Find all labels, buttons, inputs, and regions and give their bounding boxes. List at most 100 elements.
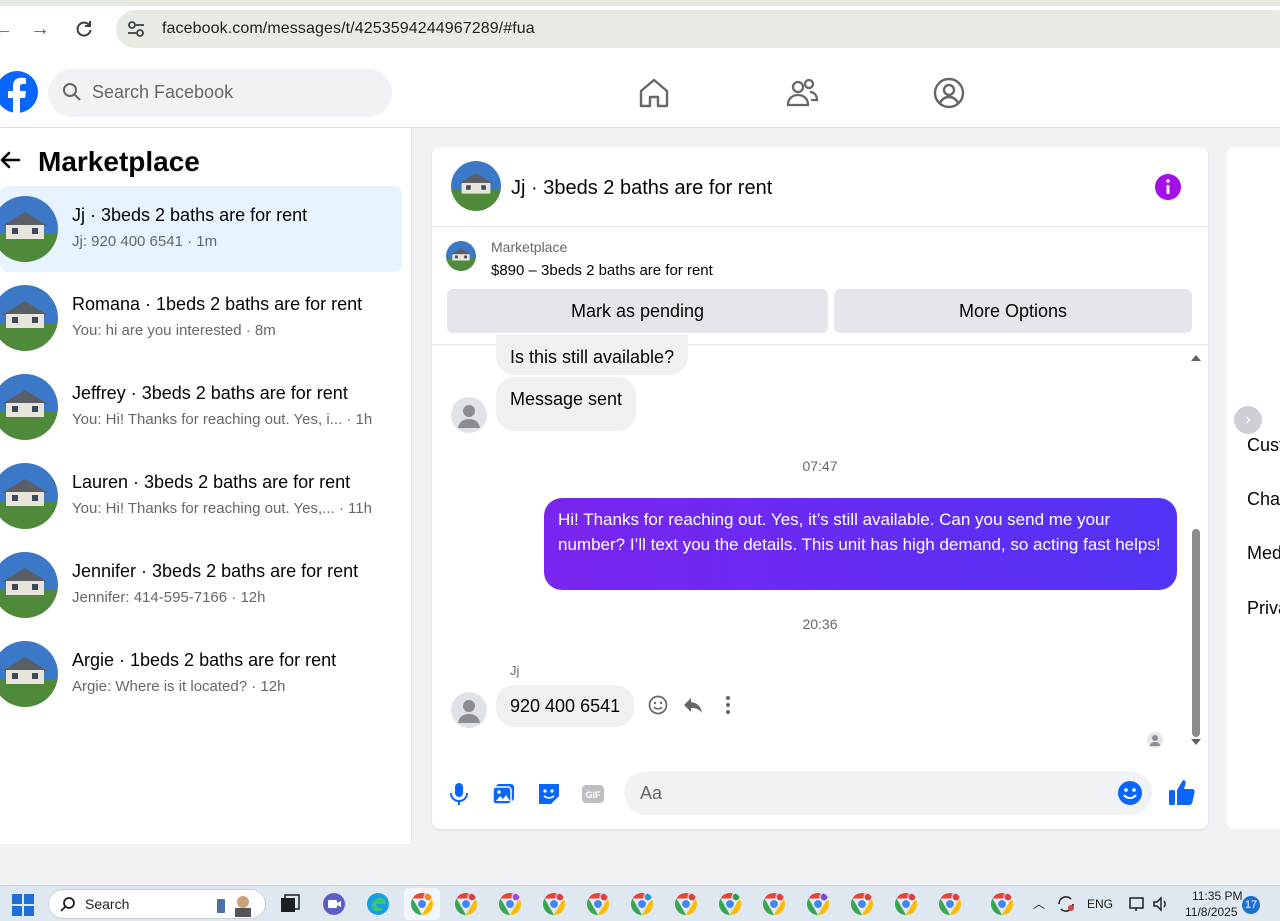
message-timestamp: 07:47 <box>802 458 838 474</box>
chat-avatar[interactable] <box>451 161 501 211</box>
sticker-icon[interactable] <box>536 781 562 807</box>
listing-thumbnail[interactable] <box>446 241 476 271</box>
chrome-icon <box>939 892 961 915</box>
taskbar-app-chrome[interactable] <box>492 888 528 920</box>
language-indicator[interactable]: ENG <box>1087 897 1113 911</box>
tab-strip <box>0 0 1280 6</box>
message-input[interactable]: Aa <box>624 771 1152 815</box>
volume-icon[interactable] <box>1152 895 1170 913</box>
edge-browser-icon <box>367 893 389 915</box>
photo-icon[interactable] <box>491 781 517 807</box>
incoming-message: 920 400 6541 <box>496 685 635 727</box>
taskbar-app-edge[interactable] <box>360 888 396 920</box>
house-photo-icon <box>0 463 58 529</box>
chat-header: Jj · 3beds 2 baths are for rent <box>432 147 1208 227</box>
notification-badge[interactable]: 17 <box>1242 896 1260 914</box>
scroll-up-icon[interactable] <box>1190 353 1202 363</box>
taskbar-app-chrome[interactable] <box>404 888 440 920</box>
gif-icon[interactable]: GIF <box>580 781 606 807</box>
info-icon[interactable] <box>1155 174 1181 200</box>
conversation-item[interactable]: Jj · 3beds 2 baths are for rent Jj: 920 4… <box>0 186 402 272</box>
clock-date[interactable]: 11/8/2025 <box>1185 905 1238 919</box>
more-options-button[interactable]: More Options <box>834 289 1192 333</box>
taskbar-app-chrome[interactable] <box>712 888 748 920</box>
conversation-item[interactable]: Romana · 1beds 2 baths are for rent You: … <box>0 275 402 361</box>
back-icon[interactable]: ← <box>0 16 16 42</box>
taskbar-app-chrome[interactable] <box>624 888 660 920</box>
chevron-up-icon[interactable]: ︿ <box>1033 895 1045 912</box>
reload-icon[interactable] <box>71 16 97 42</box>
conversation-preview: Argie: Where is it located? · 12h <box>72 678 286 695</box>
address-bar[interactable]: facebook.com/messages/t/4253594244967289… <box>116 10 1280 48</box>
chrome-icon <box>895 892 917 915</box>
listing-banner: Marketplace $890 – 3beds 2 baths are for… <box>432 227 1208 345</box>
chrome-icon <box>763 892 785 915</box>
chrome-icon <box>455 892 477 915</box>
right-link-chat[interactable]: Chat <box>1247 489 1280 510</box>
facebook-logo-icon[interactable] <box>0 68 38 116</box>
taskbar-search[interactable]: Search <box>48 889 266 919</box>
profile-icon[interactable] <box>931 75 967 111</box>
incoming-message: Message sent <box>496 377 637 431</box>
conversation-title: Argie · 1beds 2 baths are for rent <box>72 650 337 670</box>
scrollbar[interactable] <box>1190 353 1202 745</box>
conversation-title: Romana · 1beds 2 baths are for rent <box>72 294 363 314</box>
conversation-list-panel: Marketplace Jj · 3beds 2 baths are for r… <box>0 128 412 844</box>
taskbar-app-chrome[interactable] <box>932 888 968 920</box>
microphone-icon[interactable] <box>446 781 472 807</box>
url-text[interactable]: facebook.com/messages/t/4253594244967289… <box>162 20 535 38</box>
more-actions-icon[interactable] <box>717 694 739 716</box>
right-link-media[interactable]: Med <box>1247 543 1280 564</box>
chrome-icon <box>499 892 521 915</box>
taskbar-app-chrome[interactable] <box>984 888 1020 920</box>
windows-start-icon[interactable] <box>12 894 34 916</box>
chevron-right-icon[interactable]: › <box>1234 406 1262 434</box>
chat-title[interactable]: Jj · 3beds 2 baths are for rent <box>511 177 772 200</box>
taskbar-app-task-view[interactable] <box>272 888 308 920</box>
taskbar-app-meet[interactable] <box>316 888 352 920</box>
house-photo-icon <box>0 374 58 440</box>
sync-icon[interactable] <box>1056 895 1076 913</box>
message-thread[interactable]: Is this still available? Message sent 07… <box>432 335 1208 753</box>
taskbar-app-chrome[interactable] <box>756 888 792 920</box>
taskbar-app-chrome[interactable] <box>536 888 572 920</box>
chat-panel: Jj · 3beds 2 baths are for rent Marketpl… <box>432 147 1208 829</box>
forward-icon[interactable]: → <box>27 16 53 42</box>
reply-icon[interactable] <box>682 694 704 716</box>
clock-time[interactable]: 11:35 PM <box>1192 889 1242 903</box>
home-icon[interactable] <box>636 75 672 111</box>
taskbar-app-chrome[interactable] <box>448 888 484 920</box>
taskbar-app-chrome[interactable] <box>800 888 836 920</box>
conversation-item[interactable]: Jeffrey · 3beds 2 baths are for rent You:… <box>0 364 402 450</box>
back-arrow-icon[interactable] <box>0 148 22 172</box>
friends-icon[interactable] <box>784 75 820 111</box>
react-emoji-icon[interactable] <box>647 694 669 716</box>
conversation-preview: Jennifer: 414-595-7166 · 12h <box>72 589 266 606</box>
task-view-icon <box>281 894 300 912</box>
search-highlight-icon <box>217 896 251 917</box>
taskbar-app-chrome[interactable] <box>844 888 880 920</box>
mark-as-pending-button[interactable]: Mark as pending <box>447 289 828 333</box>
right-link-privacy[interactable]: Priva <box>1247 598 1280 619</box>
conversation-title: Jj · 3beds 2 baths are for rent <box>72 205 308 225</box>
right-info-panel: Cust Chat Med Priva <box>1227 147 1280 829</box>
conversation-item[interactable]: Argie · 1beds 2 baths are for rent Argie:… <box>0 631 402 717</box>
emoji-icon[interactable] <box>1117 780 1143 806</box>
facebook-search[interactable]: Search Facebook <box>48 69 392 117</box>
message-timestamp: 20:36 <box>802 616 838 632</box>
sender-name: Jj <box>510 663 520 678</box>
listing-price-title[interactable]: $890 – 3beds 2 baths are for rent <box>491 262 713 279</box>
taskbar-app-chrome[interactable] <box>668 888 704 920</box>
site-settings-icon[interactable] <box>126 19 146 39</box>
scroll-down-icon[interactable] <box>1190 737 1202 747</box>
taskbar-app-chrome[interactable] <box>888 888 924 920</box>
scrollbar-thumb[interactable] <box>1192 529 1200 737</box>
right-link-customize[interactable]: Cust <box>1247 435 1280 456</box>
facebook-header: Search Facebook <box>0 58 1280 128</box>
conversation-item[interactable]: Jennifer · 3beds 2 baths are for rent Jen… <box>0 542 402 628</box>
conversation-item[interactable]: Lauren · 3beds 2 baths are for rent You: … <box>0 453 402 539</box>
network-icon[interactable] <box>1128 895 1146 913</box>
taskbar-app-chrome[interactable] <box>580 888 616 920</box>
chrome-icon <box>807 892 829 915</box>
like-thumb-icon[interactable] <box>1167 777 1197 807</box>
